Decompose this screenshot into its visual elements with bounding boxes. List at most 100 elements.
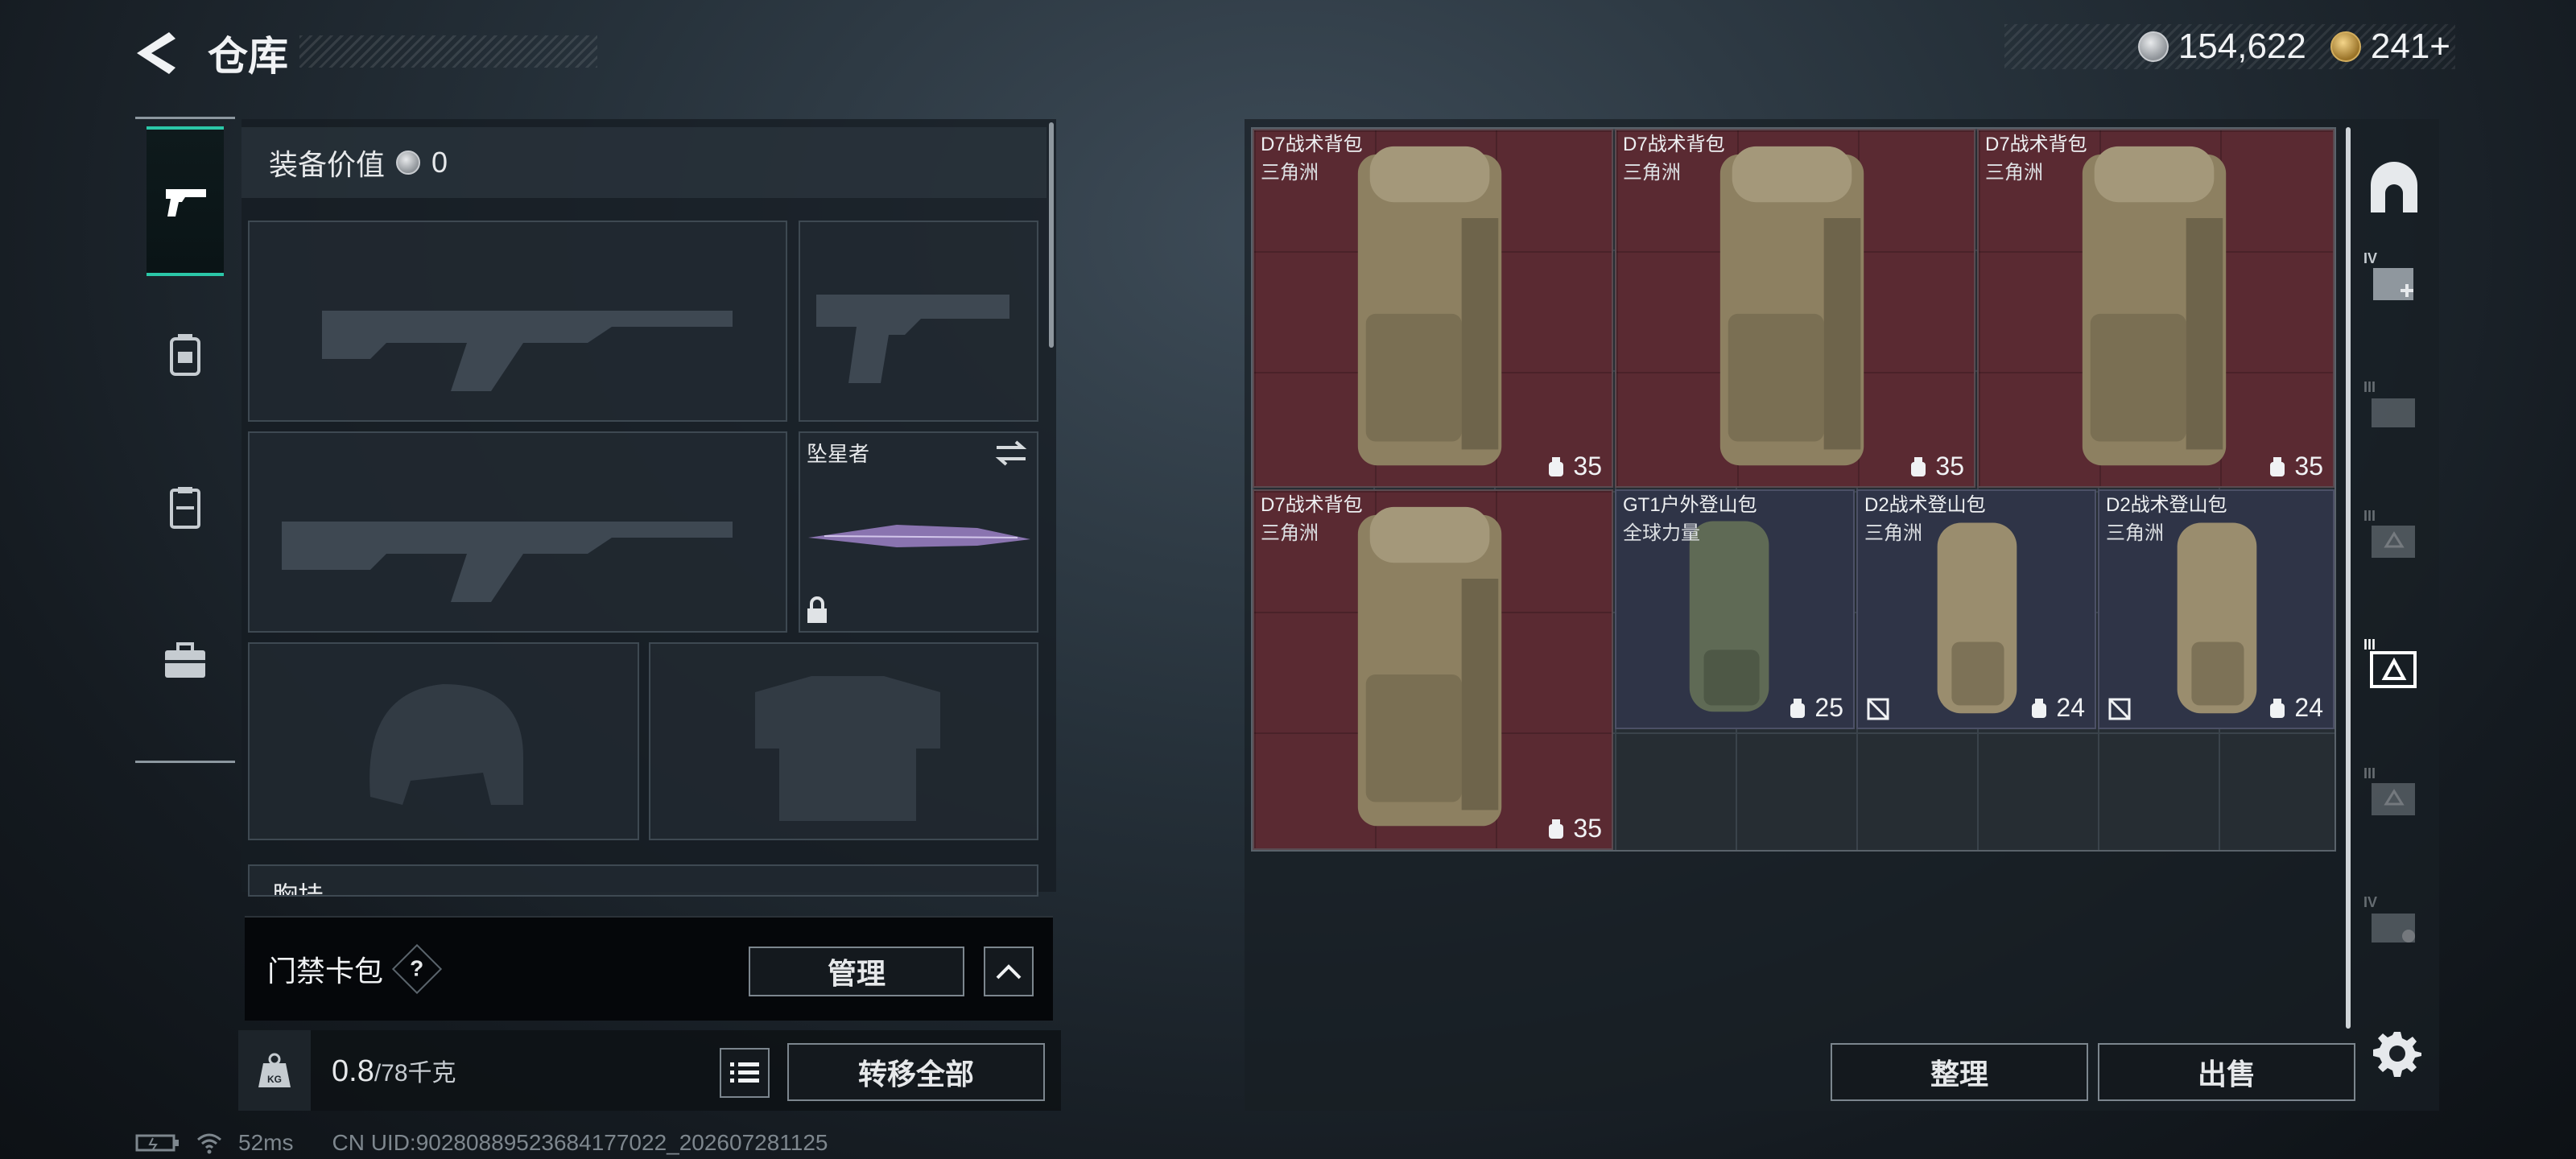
- weight-icon-text: KG: [267, 1074, 282, 1085]
- chevron-up-icon: [996, 964, 1022, 980]
- weight-icon: KG: [258, 1053, 291, 1087]
- sidebar-item-armor[interactable]: [148, 471, 222, 545]
- stash-tab-icon: IV: [2363, 894, 2415, 942]
- secondary-weapon-slot[interactable]: [248, 431, 787, 633]
- sidebar-item-cases[interactable]: [148, 624, 222, 698]
- title-decoration: [299, 35, 597, 68]
- item-capacity: 24: [2029, 693, 2085, 723]
- item-capacity: 35: [1908, 452, 1964, 481]
- storage-item-d2-pack-1[interactable]: D2战术登山包 三角洲 24: [1856, 489, 2096, 729]
- svg-text:IV: IV: [2363, 894, 2377, 910]
- equip-value-label: 装备价值: [269, 148, 386, 181]
- settings-button[interactable]: [2365, 1021, 2429, 1085]
- loadout-scrollbar[interactable]: [1049, 122, 1054, 348]
- rail-tab-tier-iii-b[interactable]: III: [2354, 491, 2434, 580]
- chest-rig-slot[interactable]: 胸挂: [248, 864, 1038, 897]
- melee-slot[interactable]: 坠星者: [799, 431, 1038, 633]
- sidebar-item-weapons[interactable]: [147, 126, 224, 276]
- page-title: 仓库: [208, 34, 288, 79]
- storage-item-d7-backpack-3[interactable]: D7战术背包 三角洲 35: [1977, 129, 2334, 488]
- gold-amount: 241+: [2370, 27, 2450, 66]
- storage-item-d7-backpack-4[interactable]: D7战术背包 三角洲 35: [1253, 489, 1613, 850]
- item-maker: 全球力量: [1623, 522, 1700, 544]
- item-capacity: 35: [2267, 452, 2323, 481]
- stash-tab-icon: III: [2363, 637, 2417, 688]
- silver-currency[interactable]: 154,622: [2137, 27, 2306, 67]
- item-capacity: 35: [1546, 452, 1602, 481]
- lock-icon: [807, 596, 827, 623]
- manage-button[interactable]: 管理: [749, 947, 964, 996]
- rail-tab-tier-iii-active[interactable]: III: [2354, 620, 2434, 708]
- weight-icon-box: KG: [238, 1030, 311, 1111]
- capacity-icon: [2270, 456, 2285, 476]
- rail-tab-tier-iv-b[interactable]: IV: [2354, 877, 2434, 966]
- back-button[interactable]: [129, 29, 185, 77]
- armor-silhouette-icon: [755, 676, 940, 821]
- stash-tab-icon: IV: [2363, 250, 2413, 300]
- storage-scrollbar[interactable]: [2346, 127, 2351, 1029]
- list-view-button[interactable]: [720, 1048, 770, 1098]
- currency-bar: 154,622 241+: [2004, 24, 2455, 69]
- sort-button[interactable]: 整理: [1831, 1043, 2088, 1101]
- storage-item-d2-pack-2[interactable]: D2战术登山包 三角洲 24: [2098, 489, 2334, 729]
- silver-coin-icon: [396, 151, 421, 175]
- rail-tab-tier-iii-c[interactable]: III: [2354, 749, 2434, 837]
- no-trade-icon: [1867, 698, 1889, 720]
- svg-text:III: III: [2363, 379, 2376, 395]
- sell-button[interactable]: 出售: [2098, 1043, 2355, 1101]
- swap-icon[interactable]: [993, 439, 1029, 467]
- rail-tab-all[interactable]: [2354, 145, 2434, 233]
- melee-name: 坠星者: [807, 442, 870, 466]
- capacity-icon: [1911, 456, 1926, 476]
- no-trade-icon: [2108, 698, 2131, 720]
- backpack-icon: [170, 334, 200, 376]
- rifle-silhouette-icon: [282, 522, 733, 602]
- knife-icon: [808, 525, 1030, 547]
- help-icon[interactable]: ?: [391, 943, 443, 995]
- svg-text:III: III: [2363, 508, 2376, 524]
- weight-max: /78千克: [374, 1059, 456, 1087]
- item-name: D2战术登山包: [2106, 494, 2227, 516]
- rail-tab-tier-iii-a[interactable]: III: [2354, 362, 2434, 451]
- sidebar-divider-top: [135, 117, 235, 119]
- stash-tab-icon: III: [2363, 508, 2415, 558]
- equip-value-header: 装备价值 0: [242, 127, 1046, 198]
- collapse-button[interactable]: [984, 947, 1034, 996]
- storage-item-d7-backpack-2[interactable]: D7战术背包 三角洲 35: [1615, 129, 1975, 488]
- card-pack-label: 门禁卡包: [267, 955, 384, 988]
- silver-coin-icon: [2137, 31, 2169, 62]
- rail-tab-tier-iv[interactable]: IV: [2354, 233, 2434, 322]
- sidearm-slot[interactable]: [799, 221, 1038, 422]
- pistol-silhouette-icon: [816, 295, 1009, 383]
- item-maker: 三角洲: [1261, 162, 1319, 184]
- svg-text:III: III: [2363, 765, 2376, 782]
- storage-item-gt1-pack[interactable]: GT1户外登山包 全球力量 25: [1615, 489, 1855, 729]
- gold-currency[interactable]: 241+: [2330, 27, 2450, 67]
- briefcase-icon: [165, 642, 205, 678]
- safe-box-icon: [2371, 162, 2417, 212]
- help-mark: ?: [410, 955, 424, 981]
- item-maker: 三角洲: [1623, 162, 1681, 184]
- stash-tab-icon: III: [2363, 379, 2415, 427]
- silver-amount: 154,622: [2178, 27, 2306, 66]
- item-maker: 三角洲: [2106, 522, 2164, 544]
- sidebar-item-helmet[interactable]: [148, 318, 222, 392]
- storage-item-d7-backpack-1[interactable]: D7战术背包 三角洲 35: [1253, 129, 1613, 488]
- svg-text:III: III: [2363, 637, 2376, 653]
- list-icon: [730, 1062, 759, 1083]
- armor-vest-icon: [170, 487, 200, 529]
- transfer-all-button[interactable]: 转移全部: [787, 1043, 1045, 1101]
- pistol-icon: [166, 189, 206, 217]
- capacity-icon: [1549, 456, 1564, 476]
- item-name: GT1户外登山包: [1623, 494, 1757, 516]
- item-name: D7战术背包: [1261, 494, 1363, 516]
- capacity-icon: [2270, 698, 2285, 718]
- item-name: D2战术登山包: [1864, 494, 1986, 516]
- equip-value: 0: [431, 146, 448, 179]
- item-maker: 三角洲: [1864, 522, 1922, 544]
- primary-weapon-slot[interactable]: [248, 221, 787, 422]
- body-armor-slot[interactable]: [649, 642, 1038, 840]
- helmet-slot[interactable]: [248, 642, 639, 840]
- chest-rig-label: 胸挂: [272, 881, 324, 897]
- capacity-icon: [2032, 698, 2047, 718]
